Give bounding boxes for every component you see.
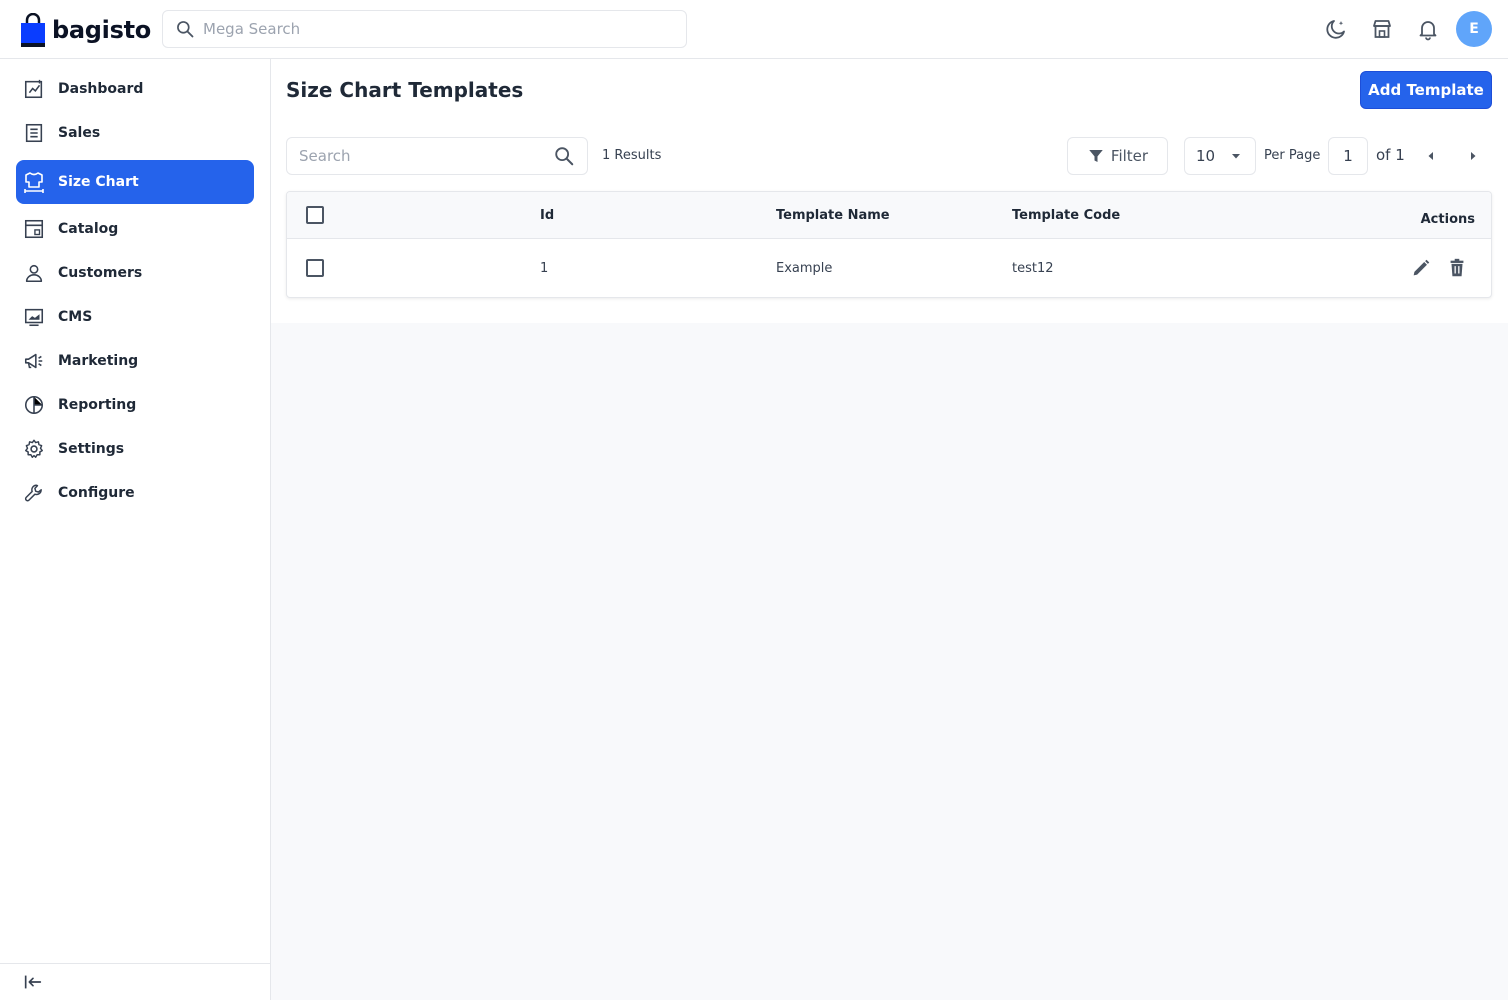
column-header-actions: Actions	[1420, 212, 1475, 227]
sidebar-item-label: Size Chart	[58, 174, 139, 190]
filter-icon	[1087, 147, 1105, 165]
sales-icon	[22, 121, 46, 145]
search-icon[interactable]	[553, 145, 575, 167]
sidebar-item-label: CMS	[58, 309, 93, 325]
filter-button[interactable]: Filter	[1067, 137, 1168, 175]
customers-icon	[22, 261, 46, 285]
select-all-checkbox[interactable]	[306, 206, 324, 224]
brand-logo[interactable]: bagisto	[20, 12, 151, 48]
main-content: Size Chart Templates Add Template 1 Resu…	[271, 59, 1508, 1000]
sidebar-item-reporting[interactable]: Reporting	[16, 383, 254, 427]
row-template-code: test12	[1012, 261, 1054, 276]
sidebar-item-settings[interactable]: Settings	[16, 427, 254, 471]
wrench-icon	[22, 481, 46, 505]
per-page-label: Per Page	[1264, 148, 1321, 163]
brand-name: bagisto	[52, 16, 151, 44]
sidebar-item-configure[interactable]: Configure	[16, 471, 254, 515]
catalog-icon	[22, 217, 46, 241]
results-count: 1 Results	[602, 148, 662, 163]
datagrid-search-box[interactable]	[286, 137, 588, 175]
caret-left-icon	[1428, 152, 1433, 160]
sidebar-item-marketing[interactable]: Marketing	[16, 339, 254, 383]
datagrid-panel: Size Chart Templates Add Template 1 Resu…	[271, 59, 1508, 323]
sidebar-nav: Dashboard Sales Size Chart Catalog Custo…	[0, 59, 271, 1000]
sidebar-item-sales[interactable]: Sales	[16, 111, 254, 155]
sidebar-item-label: Settings	[58, 441, 125, 457]
sidebar-item-customers[interactable]: Customers	[16, 251, 254, 295]
mega-search-box[interactable]	[162, 10, 687, 48]
storefront-icon[interactable]	[1364, 11, 1400, 47]
table-header: Id Template Name Template Code Actions	[287, 192, 1491, 239]
size-chart-icon	[22, 170, 46, 194]
prev-page-button[interactable]	[1420, 145, 1442, 167]
row-checkbox[interactable]	[306, 259, 324, 277]
collapse-sidebar-button[interactable]	[0, 963, 270, 1000]
add-template-button[interactable]: Add Template	[1360, 71, 1492, 109]
next-page-button[interactable]	[1462, 145, 1484, 167]
dashboard-icon	[22, 77, 46, 101]
column-header-template-name[interactable]: Template Name	[776, 208, 890, 223]
reporting-icon	[22, 393, 46, 417]
sidebar-item-catalog[interactable]: Catalog	[16, 207, 254, 251]
mega-search-input[interactable]	[203, 20, 663, 38]
page-title: Size Chart Templates	[286, 78, 524, 102]
filter-label: Filter	[1110, 147, 1149, 165]
cms-icon	[22, 305, 46, 329]
row-id: 1	[540, 261, 549, 276]
sidebar-item-label: Marketing	[58, 353, 139, 369]
edit-icon[interactable]	[1409, 256, 1433, 280]
sidebar-item-label: Configure	[58, 485, 135, 501]
search-icon	[177, 21, 194, 38]
per-page-select[interactable]: 10	[1184, 137, 1256, 175]
user-avatar[interactable]: E	[1456, 11, 1492, 47]
sidebar-item-label: Dashboard	[58, 81, 144, 97]
caret-down-icon	[1232, 154, 1240, 159]
notification-bell-icon[interactable]	[1410, 11, 1446, 47]
caret-right-icon	[1471, 152, 1476, 160]
sidebar-item-label: Reporting	[58, 397, 137, 413]
top-header: bagisto E	[0, 0, 1508, 59]
header-actions: E	[1308, 10, 1492, 48]
sidebar-item-dashboard[interactable]: Dashboard	[16, 67, 254, 111]
column-header-id[interactable]: Id	[540, 208, 554, 223]
templates-table: Id Template Name Template Code Actions 1…	[286, 191, 1492, 298]
column-header-template-code[interactable]: Template Code	[1012, 208, 1120, 223]
sidebar-item-label: Sales	[58, 125, 101, 141]
sidebar-item-cms[interactable]: CMS	[16, 295, 254, 339]
shopping-bag-icon	[21, 13, 45, 47]
row-template-name: Example	[776, 261, 833, 276]
marketing-icon	[22, 349, 46, 373]
settings-icon	[22, 437, 46, 461]
collapse-icon	[24, 975, 42, 989]
page-number-input[interactable]	[1328, 137, 1368, 175]
sidebar-item-label: Customers	[58, 265, 143, 281]
datagrid-search-input[interactable]	[299, 147, 553, 165]
per-page-value: 10	[1196, 147, 1216, 165]
dark-mode-icon[interactable]	[1318, 11, 1354, 47]
table-row: 1 Example test12	[287, 239, 1491, 297]
sidebar-item-label: Catalog	[58, 221, 119, 237]
sidebar-item-size-chart[interactable]: Size Chart	[16, 160, 254, 204]
page-total: of 1	[1376, 146, 1405, 164]
delete-icon[interactable]	[1445, 256, 1469, 280]
